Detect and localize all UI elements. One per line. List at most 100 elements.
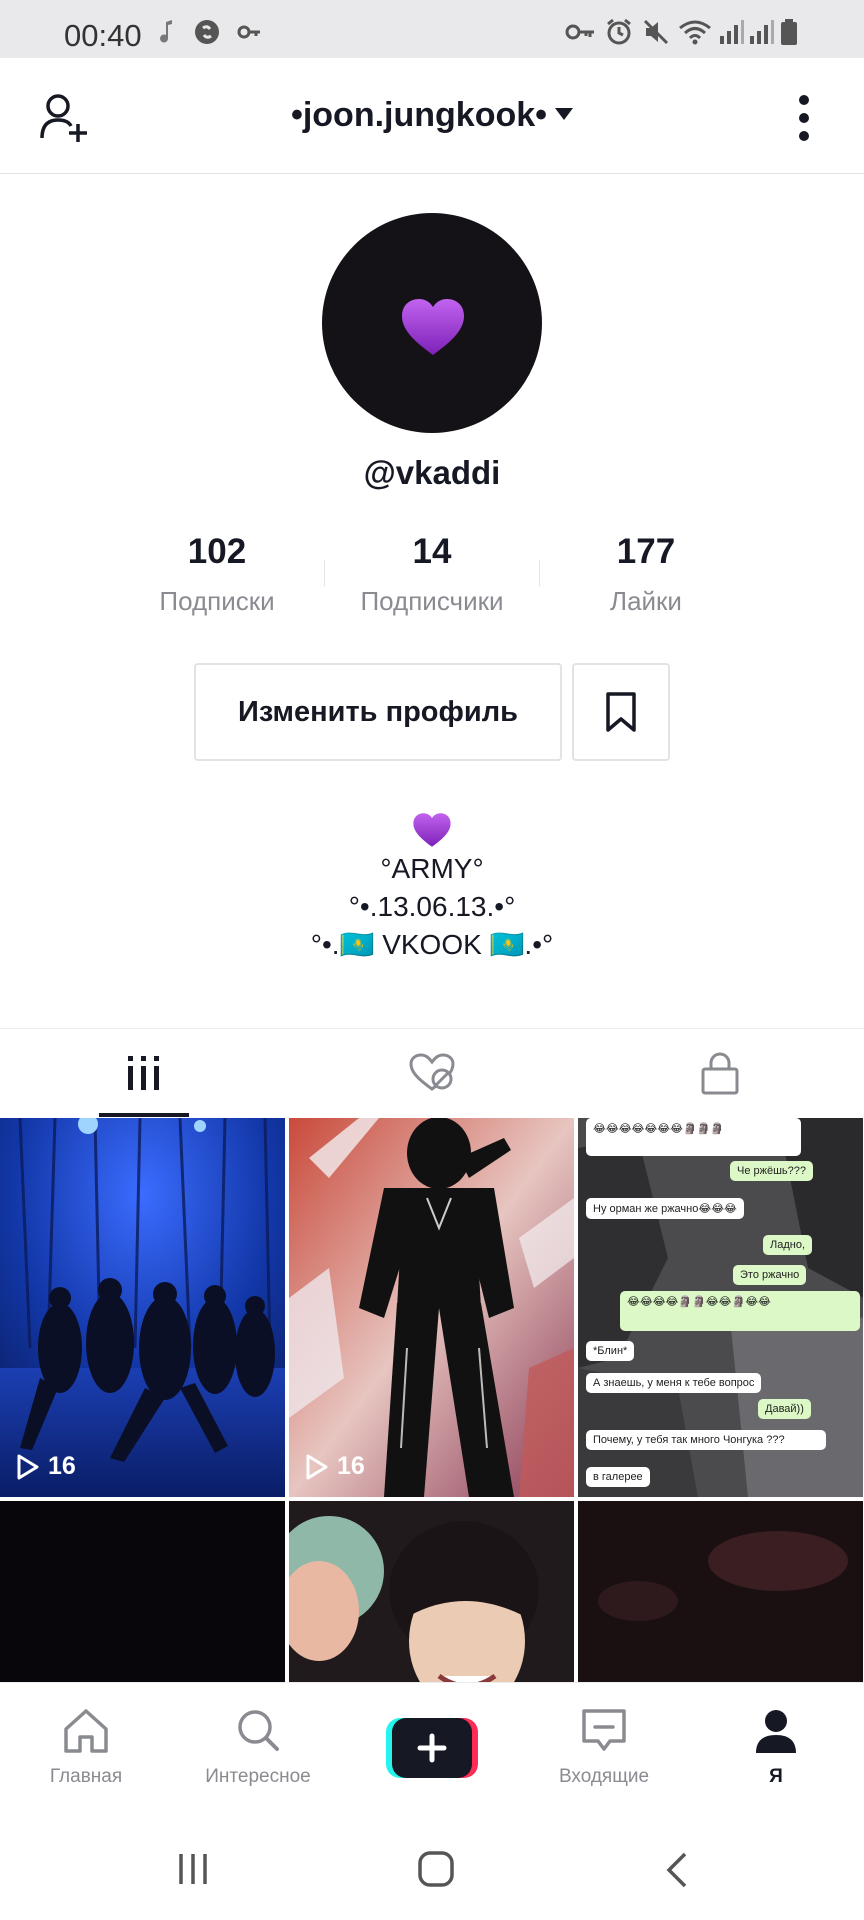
nav-discover[interactable]: Интересное <box>172 1707 344 1788</box>
stat-value: 102 <box>187 532 247 571</box>
inbox-icon <box>582 1709 626 1751</box>
video-grid: 16 16 😂😂😂😂😂😂😂🗿🗿🗿 Че ржёшь??? Ну орман же… <box>0 1118 864 1682</box>
video-thumbnail[interactable] <box>0 1501 285 1682</box>
view-count: 16 <box>16 1452 76 1481</box>
stat-divider <box>539 560 540 586</box>
chat-bubble: Ну орман же ржачно😂😂😂 <box>586 1198 744 1219</box>
chat-bubble: Почему, у тебя так много Чонгука ??? <box>586 1430 826 1450</box>
view-count: 16 <box>305 1452 365 1481</box>
recent-apps-icon[interactable] <box>176 1852 210 1886</box>
profile-icon <box>756 1710 796 1753</box>
chat-text: в галерее <box>593 1471 643 1483</box>
chevron-down-icon <box>555 108 574 120</box>
profile-username: @vkaddi <box>363 454 501 491</box>
video-thumbnail[interactable] <box>289 1501 574 1682</box>
nav-label: Интересное <box>205 1766 311 1787</box>
bio-line: °ARMY° <box>380 853 484 884</box>
chat-text: Давай)) <box>765 1403 804 1415</box>
home-icon <box>64 1709 108 1753</box>
video-thumbnail[interactable]: 😂😂😂😂😂😂😂🗿🗿🗿 Че ржёшь??? Ну орман же ржачн… <box>578 1118 863 1497</box>
chat-text: *Блин* <box>593 1345 628 1357</box>
stat-followers[interactable]: 14 Подписчики <box>327 532 537 617</box>
chat-bubble: *Блин* <box>586 1341 635 1361</box>
bio-line: °•.13.06.13.•° <box>348 891 516 922</box>
profile-bio: °ARMY° °•.13.06.13.•° °•.🇰🇿 VKOOK 🇰🇿.•° <box>0 810 864 964</box>
bottom-navigation: Главная Интересное Входящие Я <box>0 1682 864 1806</box>
music-note-icon <box>160 20 172 43</box>
purple-heart-icon <box>413 813 451 847</box>
bio-line: °•.🇰🇿 VKOOK 🇰🇿.•° <box>310 929 554 960</box>
back-icon[interactable] <box>665 1852 689 1888</box>
stat-divider <box>324 560 325 586</box>
stat-value: 14 <box>412 532 452 571</box>
concert-image <box>578 1501 863 1682</box>
chat-text: Ну орман же ржачно😂😂😂 <box>593 1203 737 1215</box>
private-lock-icon <box>701 1052 739 1095</box>
dance-stage-image <box>0 1118 285 1497</box>
mute-icon <box>643 19 669 45</box>
chat-text: Почему, у тебя так много Чонгука ??? <box>593 1434 785 1446</box>
nav-profile[interactable]: Я <box>690 1707 862 1788</box>
view-count-value: 16 <box>48 1452 76 1480</box>
video-thumbnail[interactable]: 16 <box>0 1118 285 1497</box>
create-button[interactable] <box>386 1718 478 1778</box>
tab-liked[interactable] <box>288 1029 576 1117</box>
search-icon <box>238 1710 279 1751</box>
videos-grid-icon <box>128 1056 159 1090</box>
chat-bubble: А знаешь, у меня к тебе вопрос <box>586 1373 762 1393</box>
account-switcher[interactable]: •joon.jungkook• <box>0 96 864 135</box>
chat-bubble: Это ржачно <box>733 1265 807 1285</box>
stat-likes[interactable]: 177 Лайки <box>541 532 751 617</box>
battery-icon <box>781 19 797 45</box>
vpn-key-icon <box>565 24 594 40</box>
tab-videos[interactable] <box>0 1029 288 1117</box>
stat-label: Подписчики <box>360 586 504 616</box>
edit-profile-button[interactable]: Изменить профиль <box>194 663 562 761</box>
bookmark-icon <box>606 692 636 732</box>
stat-label: Подписки <box>159 586 275 616</box>
chat-bubble: 😂😂😂😂🗿🗿😂😂🗿😂😂 <box>620 1291 860 1331</box>
chat-text: 😂😂😂😂🗿🗿😂😂🗿😂😂 <box>627 1296 771 1308</box>
play-icon <box>17 1454 39 1479</box>
chat-bubble: 😂😂😂😂😂😂😂🗿🗿🗿 <box>586 1118 801 1156</box>
signal-icon <box>720 20 744 44</box>
nav-home[interactable]: Главная <box>0 1707 172 1788</box>
profile-tabs <box>0 1028 864 1118</box>
nav-label: Главная <box>49 1766 123 1787</box>
nav-inbox[interactable]: Входящие <box>518 1707 690 1788</box>
chat-text: Это ржачно <box>740 1269 800 1281</box>
chat-text: Че ржёшь??? <box>737 1165 807 1177</box>
liked-hidden-icon <box>409 1053 455 1091</box>
video-thumbnail[interactable] <box>578 1501 863 1682</box>
stat-following[interactable]: 102 Подписки <box>112 532 322 617</box>
wifi-icon <box>679 20 711 45</box>
more-vertical-icon[interactable] <box>794 93 814 143</box>
chat-bubble: Давай)) <box>758 1399 811 1419</box>
active-tab-indicator <box>99 1113 189 1117</box>
avatar[interactable] <box>322 213 542 433</box>
smiling-person-image <box>289 1501 574 1682</box>
system-navigation-bar <box>0 1806 864 1920</box>
performer-image <box>289 1118 574 1497</box>
signal-icon-2 <box>750 20 774 44</box>
status-bar: 00:40 <box>0 0 864 58</box>
profile-header: •joon.jungkook• <box>0 58 864 174</box>
purple-heart-icon <box>402 299 464 355</box>
tab-private[interactable] <box>576 1029 864 1117</box>
chat-bubble: в галерее <box>586 1467 650 1487</box>
chat-text: Ладно, <box>770 1239 806 1251</box>
stat-value: 177 <box>616 532 676 571</box>
nav-label: Входящие <box>558 1766 650 1787</box>
stat-label: Лайки <box>610 586 682 616</box>
chat-bubble: Ладно, <box>763 1235 813 1255</box>
favorites-button[interactable] <box>572 663 670 761</box>
chat-text: 😂😂😂😂😂😂😂🗿🗿🗿 <box>593 1123 725 1135</box>
video-thumbnail[interactable]: 16 <box>289 1118 574 1497</box>
nav-label: Я <box>769 1766 783 1787</box>
chat-bubble: Че ржёшь??? <box>730 1161 814 1181</box>
shazam-icon <box>195 20 219 44</box>
play-icon <box>306 1454 328 1479</box>
home-button-icon[interactable] <box>418 1851 454 1887</box>
alarm-icon <box>607 18 631 45</box>
key-icon <box>237 25 260 39</box>
